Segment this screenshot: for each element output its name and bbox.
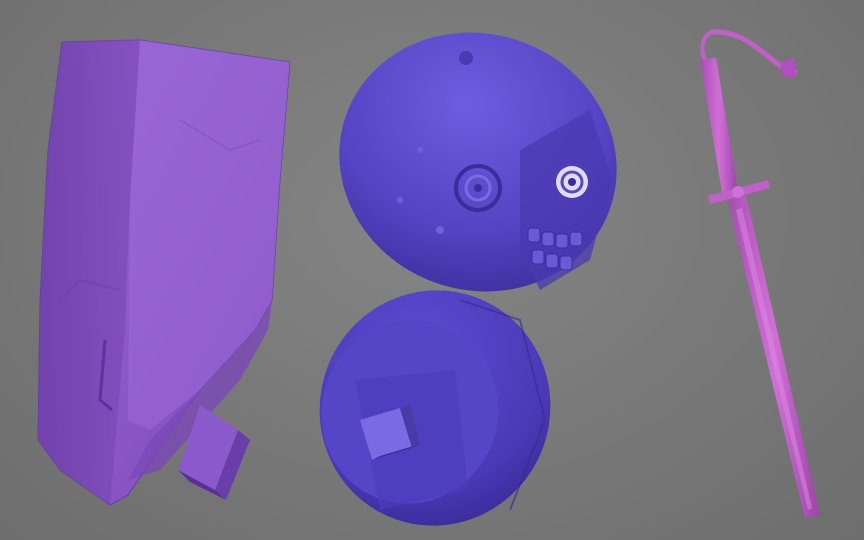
3d-viewport[interactable] [0,0,864,540]
scene-render [37,0,820,540]
sword-with-whip[interactable] [700,29,820,518]
rock-slab[interactable] [37,39,291,506]
moon-face-bottom-half[interactable] [287,258,584,540]
moon-face-top-half[interactable] [303,0,654,330]
